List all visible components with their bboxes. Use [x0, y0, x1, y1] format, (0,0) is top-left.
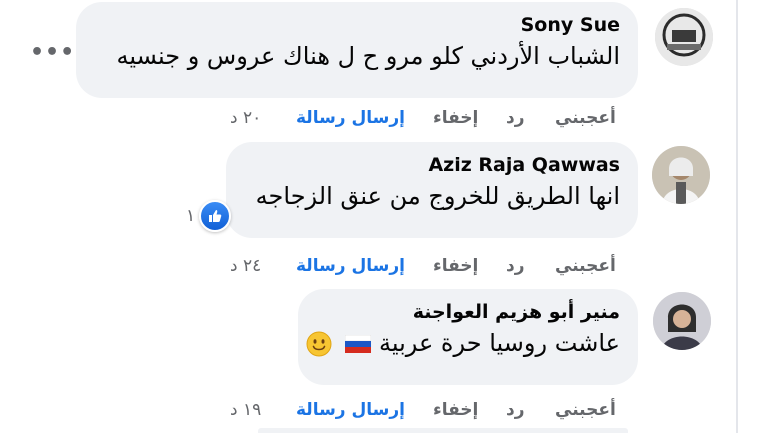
- like-link[interactable]: أعجبني: [555, 108, 616, 128]
- avatar[interactable]: [653, 292, 711, 350]
- reaction-summary[interactable]: ١: [186, 200, 232, 232]
- more-options-icon[interactable]: •••: [30, 40, 75, 65]
- comment-time[interactable]: ٢٠ د: [230, 108, 261, 128]
- comment-actions: ٢٤ د إرسال رسالة إخفاء رد أعجبني: [230, 256, 630, 282]
- avatar[interactable]: [652, 146, 710, 204]
- comment-bubble: Sony Sue الشباب الأردني كلو مرو ح ل هناك…: [76, 2, 638, 98]
- comment-text: انها الطريق للخروج من عنق الزجاجه: [255, 182, 620, 210]
- comment-time[interactable]: ١٩ د: [230, 400, 261, 420]
- comment-author[interactable]: Sony Sue: [521, 14, 620, 36]
- comment-text-body: عاشت روسيا حرة عربية: [378, 329, 620, 357]
- comment-actions: ٢٠ د إرسال رسالة إخفاء رد أعجبني: [230, 108, 630, 134]
- comment-bubble: منير أبو هزيم العواجنة عاشت روسيا حرة عر…: [298, 289, 638, 385]
- hide-link[interactable]: إخفاء: [433, 108, 478, 128]
- reaction-count: ١: [186, 206, 196, 226]
- panel-divider: [736, 0, 738, 433]
- comment-author[interactable]: منير أبو هزيم العواجنة: [413, 301, 620, 323]
- like-link[interactable]: أعجبني: [555, 400, 616, 420]
- russia-flag-emoji: [345, 335, 372, 353]
- reply-link[interactable]: رد: [506, 108, 525, 128]
- hide-link[interactable]: إخفاء: [433, 256, 478, 276]
- comment-text: الشباب الأردني كلو مرو ح ل هناك عروس و ج…: [116, 42, 620, 70]
- like-reaction-icon: [199, 200, 232, 232]
- hide-link[interactable]: إخفاء: [433, 400, 478, 420]
- reply-link[interactable]: رد: [506, 256, 525, 276]
- next-comment-bubble-edge: [258, 428, 628, 433]
- comment-text: عاشت روسيا حرة عربية: [306, 329, 620, 357]
- comment-actions: ١٩ د إرسال رسالة إخفاء رد أعجبني: [230, 400, 630, 426]
- send-message-link[interactable]: إرسال رسالة: [296, 108, 405, 128]
- comment-bubble: Aziz Raja Qawwas انها الطريق للخروج من ع…: [226, 142, 638, 238]
- smiling-face-emoji: [306, 331, 332, 357]
- comment-time[interactable]: ٢٤ د: [230, 256, 261, 276]
- send-message-link[interactable]: إرسال رسالة: [296, 256, 405, 276]
- reply-link[interactable]: رد: [506, 400, 525, 420]
- avatar[interactable]: [655, 8, 713, 66]
- comment-author[interactable]: Aziz Raja Qawwas: [428, 154, 620, 176]
- send-message-link[interactable]: إرسال رسالة: [296, 400, 405, 420]
- like-link[interactable]: أعجبني: [555, 256, 616, 276]
